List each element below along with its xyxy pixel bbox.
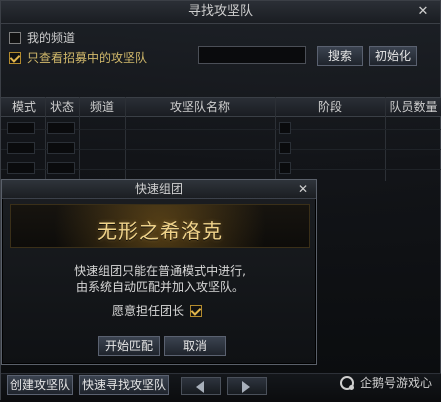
row-mode-box (7, 122, 35, 134)
prev-page-button[interactable] (181, 377, 221, 395)
my-channel-checkbox[interactable] (9, 31, 21, 44)
row-stage-box (279, 162, 291, 174)
window-titlebar: 寻找攻坚队 ✕ (1, 1, 440, 24)
row-mode-box (7, 162, 35, 174)
reset-button[interactable]: 初始化 (369, 46, 417, 66)
watermark: 企鹅号游戏心 (339, 374, 432, 391)
recruiting-only-checkbox[interactable] (9, 51, 21, 64)
find-raid-window: 寻找攻坚队 ✕ 我的频道 只查看招募中的攻坚队 搜索 初始化 模式 状态 频道 … (0, 0, 441, 402)
recruiting-only-filter[interactable]: 只查看招募中的攻坚队 (9, 49, 147, 66)
th-raid-name: 攻坚队名称 (169, 100, 230, 114)
row-mode-box (7, 142, 35, 154)
quick-find-raid-button[interactable]: 快速寻找攻坚队 (79, 375, 169, 395)
dialog-message-line-2: 由系统自动匹配并加入攻坚队。 (75, 280, 244, 294)
row-status-box (47, 162, 75, 174)
close-icon[interactable]: ✕ (414, 1, 432, 23)
dialog-titlebar: 快速组团 ✕ (2, 180, 316, 199)
th-channel: 频道 (89, 100, 114, 114)
raid-banner: 无形之希洛克 (10, 204, 310, 248)
banner-title: 无形之希洛克 (97, 219, 223, 243)
watermark-text: 企鹅号游戏心 (359, 376, 432, 390)
start-matching-button[interactable]: 开始匹配 (98, 336, 160, 356)
dialog-title: 快速组团 (134, 182, 183, 196)
next-page-button[interactable] (227, 377, 267, 395)
table-header: 模式 状态 频道 攻坚队名称 阶段 队员数量 (1, 97, 441, 117)
row-stage-box (279, 142, 291, 154)
leader-option[interactable]: 愿意担任团长 (112, 302, 203, 319)
window-title: 寻找攻坚队 (187, 4, 253, 19)
cancel-button[interactable]: 取消 (164, 336, 226, 356)
dialog-message-line-1: 快速组团只能在普通模式中进行, (74, 264, 246, 278)
search-input[interactable] (198, 46, 306, 64)
search-button[interactable]: 搜索 (317, 46, 363, 66)
watermark-logo-icon (339, 375, 354, 390)
chevron-right-icon (242, 381, 250, 393)
leader-option-checkbox[interactable] (190, 304, 203, 317)
quick-team-dialog: 快速组团 ✕ 无形之希洛克 快速组团只能在普通模式中进行, 由系统自动匹配并加入… (1, 179, 317, 365)
th-mode: 模式 (11, 100, 36, 114)
row-status-box (47, 122, 75, 134)
row-stage-box (279, 122, 291, 134)
dialog-close-icon[interactable]: ✕ (296, 180, 310, 198)
row-status-box (47, 142, 75, 154)
recruiting-only-label: 只查看招募中的攻坚队 (27, 51, 148, 65)
my-channel-filter[interactable]: 我的频道 (9, 29, 75, 46)
th-member-count: 队员数量 (389, 100, 438, 114)
th-stage: 阶段 (317, 100, 342, 114)
my-channel-label: 我的频道 (27, 31, 76, 45)
th-status: 状态 (49, 100, 74, 114)
leader-option-label: 愿意担任团长 (112, 304, 185, 318)
create-raid-button[interactable]: 创建攻坚队 (7, 375, 73, 395)
chevron-left-icon (196, 381, 204, 393)
